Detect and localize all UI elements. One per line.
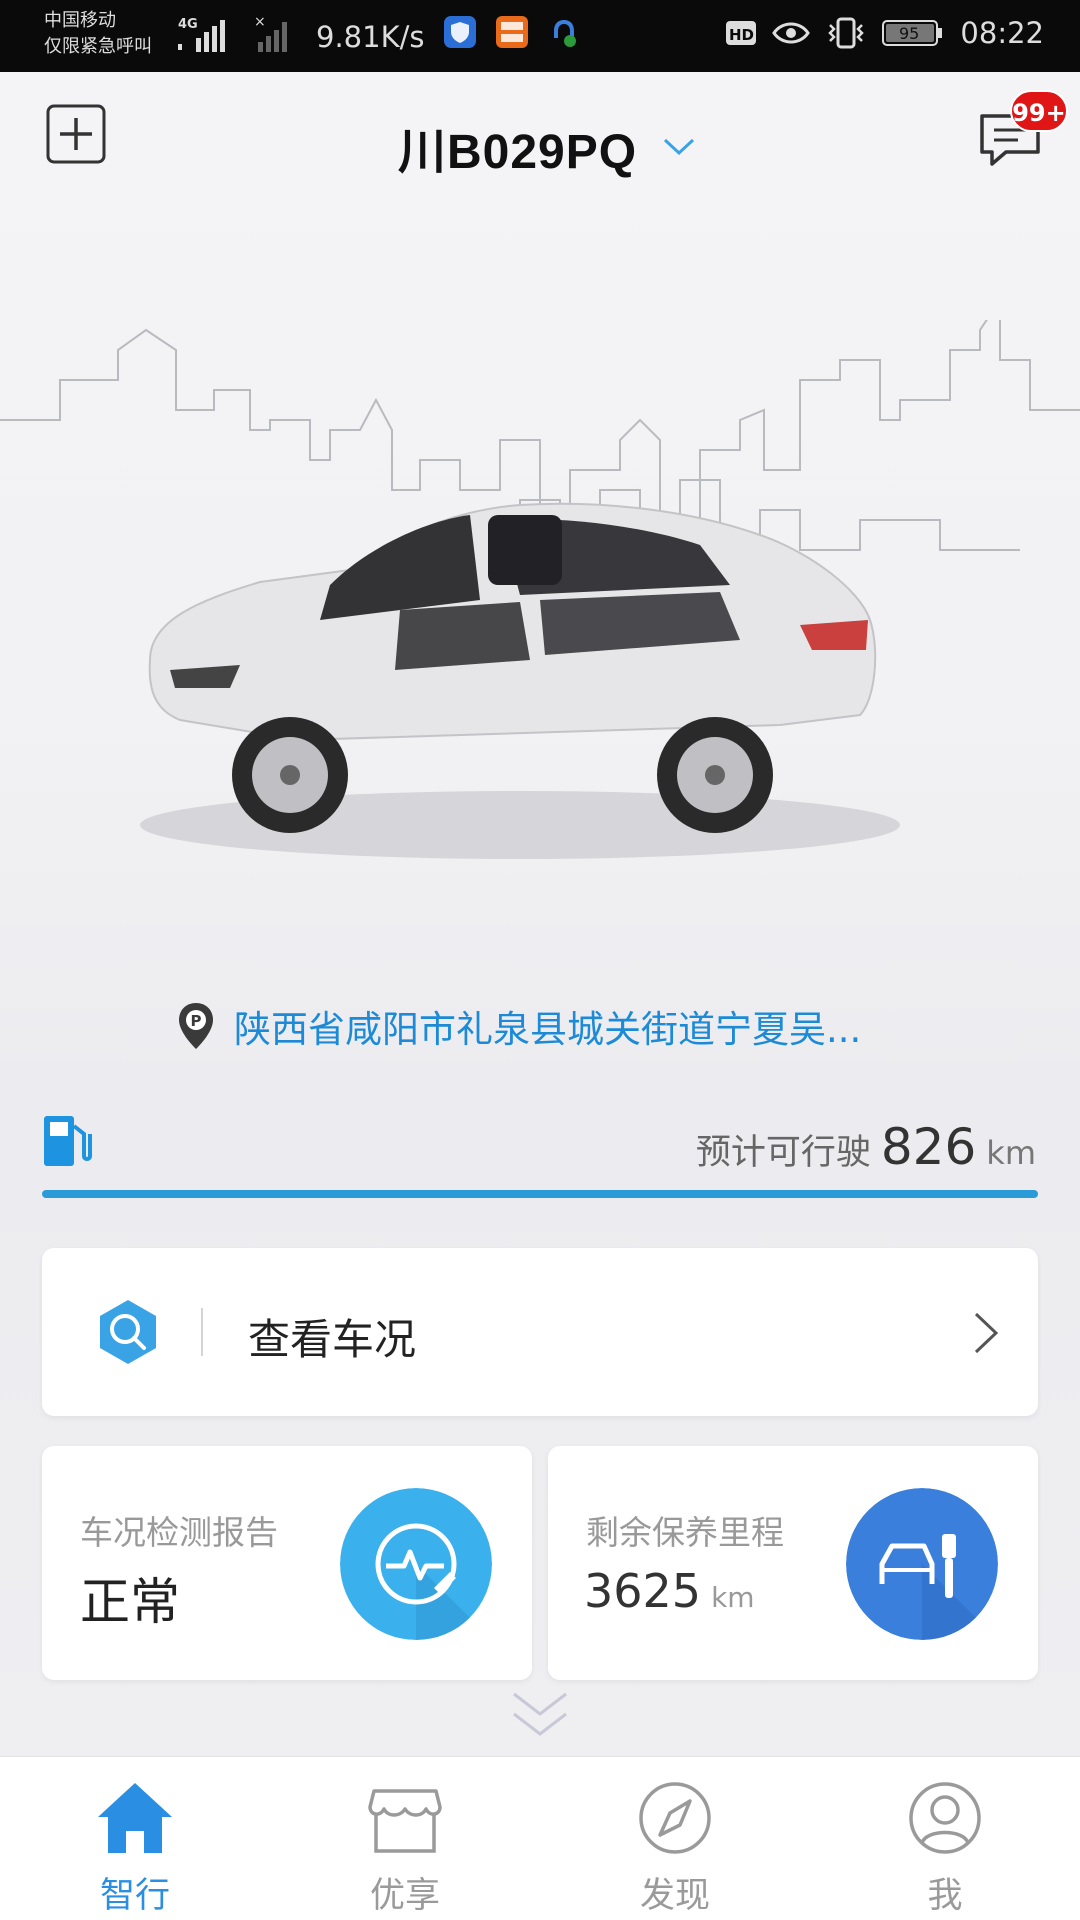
range-value: 826: [880, 1118, 977, 1176]
fuel-level-fill: [42, 1190, 1038, 1198]
status-bar: 中国移动 仅限紧急呼叫 4G × 9.81K/s HD 95 08:22: [0, 0, 1080, 72]
signal-none-icon: ×: [254, 14, 287, 52]
fuel-level-bar: [42, 1190, 1038, 1198]
car-image: [140, 502, 900, 859]
view-vehicle-status-button[interactable]: 查看车况: [42, 1248, 1038, 1416]
maintenance-mileage-card[interactable]: 剩余保养里程 3625 km: [548, 1446, 1038, 1680]
svg-text:×: ×: [254, 14, 266, 30]
car-illustration: [0, 320, 1080, 859]
bank-app-icon: [496, 16, 528, 48]
battery-icon: 95: [882, 20, 943, 46]
maintenance-remaining: 3625 km: [584, 1564, 755, 1618]
report-status: 正常: [80, 1573, 180, 1631]
notification-icons: [444, 16, 580, 48]
chevron-right-icon: [974, 1312, 999, 1354]
network-indicators: 4G ×: [178, 14, 294, 54]
vehicle-location[interactable]: P 陕西省咸阳市礼泉县城关街道宁夏吴...: [176, 996, 861, 1056]
carrier-note: 仅限紧急呼叫: [44, 36, 152, 57]
vehicle-plate-selector[interactable]: 川B029PQ: [398, 112, 637, 182]
vibrate-icon: [828, 17, 865, 49]
svg-text:4G: 4G: [178, 17, 198, 32]
download-icon: [554, 20, 576, 47]
health-report-icon: [340, 1488, 492, 1640]
store-icon: [368, 1789, 442, 1853]
maintenance-unit: km: [711, 1581, 755, 1614]
clock: 08:22: [960, 16, 1044, 50]
inspect-icon: [100, 1300, 156, 1364]
estimated-range: 预计可行驶 826 km: [696, 1118, 1036, 1176]
chevron-down-icon[interactable]: [662, 136, 696, 158]
bottom-tab-bar: 智行 优享 发现 我: [0, 1756, 1080, 1920]
svg-text:95: 95: [899, 24, 919, 43]
tab-label: 优享: [369, 1876, 440, 1916]
tab-benefits[interactable]: 优享: [270, 1757, 540, 1920]
report-title: 车况检测报告: [80, 1513, 278, 1552]
signal-4g-icon: 4G: [178, 17, 225, 52]
shield-app-icon: [444, 16, 476, 48]
tab-label: 我: [927, 1876, 963, 1916]
tab-label: 智行: [99, 1876, 170, 1916]
hd-icon: HD: [726, 21, 757, 45]
fuel-pump-icon: [44, 1116, 92, 1166]
tab-smart-drive[interactable]: 智行: [0, 1757, 270, 1920]
parking-pin-icon: P: [179, 1003, 213, 1049]
carrier-info: 中国移动 仅限紧急呼叫: [44, 8, 152, 60]
system-indicators: HD 95 08:22: [726, 16, 1044, 50]
maintenance-value: 3625: [584, 1564, 702, 1618]
tab-discover[interactable]: 发现: [540, 1757, 810, 1920]
car-repair-icon: [846, 1488, 998, 1640]
add-vehicle-button[interactable]: [46, 104, 106, 164]
message-count-badge: 99+: [1010, 90, 1068, 132]
compass-icon: [639, 1782, 711, 1854]
carrier-name: 中国移动: [44, 10, 116, 31]
tab-me[interactable]: 我: [810, 1757, 1080, 1920]
app-screen: 中国移动 仅限紧急呼叫 4G × 9.81K/s HD 95 08:22 川B0…: [0, 0, 1080, 1920]
range-label: 预计可行驶: [695, 1133, 871, 1173]
home-icon: [98, 1783, 172, 1853]
location-address: 陕西省咸阳市礼泉县城关街道宁夏吴...: [234, 1008, 862, 1051]
svg-text:P: P: [191, 1012, 202, 1030]
svg-text:HD: HD: [729, 26, 754, 44]
tab-label: 发现: [639, 1876, 710, 1916]
range-unit: km: [986, 1134, 1036, 1172]
divider: [201, 1308, 203, 1356]
scroll-down-icon[interactable]: [508, 1688, 572, 1740]
top-bar: 川B029PQ 99+: [0, 72, 1080, 212]
maintenance-title: 剩余保养里程: [586, 1513, 784, 1552]
user-icon: [909, 1782, 981, 1854]
inspection-report-card[interactable]: 车况检测报告 正常: [42, 1446, 532, 1680]
view-status-label: 查看车况: [248, 1315, 417, 1364]
eye-comfort-icon: [772, 22, 811, 44]
network-speed: 9.81K/s: [316, 20, 425, 54]
